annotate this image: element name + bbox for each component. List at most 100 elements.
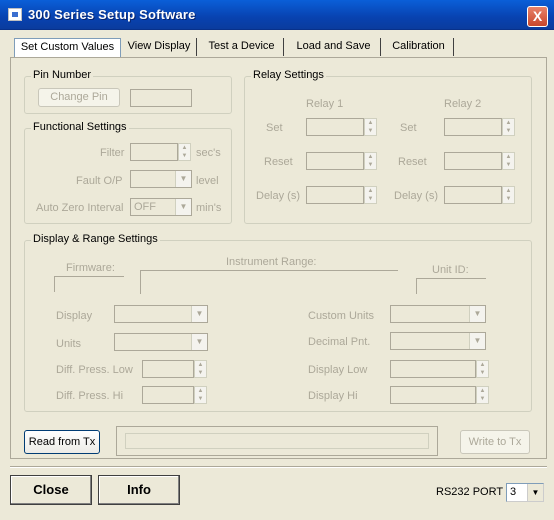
spin-down-icon[interactable]: ▼ bbox=[365, 195, 376, 203]
decimal-pnt-combo[interactable]: ▼ bbox=[390, 332, 486, 350]
spin-down-icon[interactable]: ▼ bbox=[503, 161, 514, 169]
fault-op-combo[interactable]: ▼ bbox=[130, 170, 192, 188]
spin-up-icon[interactable]: ▲ bbox=[365, 119, 376, 127]
status-panel bbox=[116, 426, 438, 456]
filter-spinner[interactable]: ▲ ▼ bbox=[178, 143, 191, 161]
spin-down-icon[interactable]: ▼ bbox=[179, 152, 190, 160]
filter-unit: sec's bbox=[196, 147, 221, 159]
spin-up-icon[interactable]: ▲ bbox=[477, 361, 488, 369]
display-hi-field[interactable] bbox=[390, 386, 476, 404]
title-bar: 300 Series Setup Software X bbox=[0, 0, 554, 30]
chevron-down-icon[interactable]: ▼ bbox=[191, 334, 207, 350]
display-range-legend: Display & Range Settings bbox=[31, 233, 160, 245]
relay1-set-spinner[interactable]: ▲ ▼ bbox=[364, 118, 377, 136]
relay1-reset-label: Reset bbox=[264, 156, 293, 168]
spin-down-icon[interactable]: ▼ bbox=[365, 161, 376, 169]
diff-press-low-field[interactable] bbox=[142, 360, 194, 378]
functional-settings-legend: Functional Settings bbox=[31, 121, 129, 133]
relay2-reset-spinner[interactable]: ▲ ▼ bbox=[502, 152, 515, 170]
firmware-value bbox=[54, 276, 124, 292]
app-icon bbox=[8, 8, 22, 21]
auto-zero-label: Auto Zero Interval bbox=[36, 202, 124, 214]
relay2-reset-label: Reset bbox=[398, 156, 427, 168]
display-hi-label: Display Hi bbox=[308, 390, 358, 402]
tab-set-custom-values[interactable]: Set Custom Values bbox=[14, 38, 121, 58]
diff-press-low-spinner[interactable]: ▲ ▼ bbox=[194, 360, 207, 378]
spin-down-icon[interactable]: ▼ bbox=[195, 369, 206, 377]
diff-press-hi-spinner[interactable]: ▲ ▼ bbox=[194, 386, 207, 404]
spin-up-icon[interactable]: ▲ bbox=[477, 387, 488, 395]
display-combo[interactable]: ▼ bbox=[114, 305, 208, 323]
spin-up-icon[interactable]: ▲ bbox=[503, 187, 514, 195]
relay2-delay-label: Delay (s) bbox=[394, 190, 439, 202]
display-low-label: Display Low bbox=[308, 364, 368, 376]
display-low-spinner[interactable]: ▲ ▼ bbox=[476, 360, 489, 378]
chevron-down-icon[interactable]: ▼ bbox=[469, 333, 485, 349]
chevron-down-icon[interactable]: ▼ bbox=[469, 306, 485, 322]
relay2-reset-field[interactable] bbox=[444, 152, 502, 170]
relay1-reset-spinner[interactable]: ▲ ▼ bbox=[364, 152, 377, 170]
relay2-delay-spinner[interactable]: ▲ ▼ bbox=[502, 186, 515, 204]
spin-down-icon[interactable]: ▼ bbox=[503, 195, 514, 203]
window-title: 300 Series Setup Software bbox=[28, 7, 196, 22]
relay1-set-field[interactable] bbox=[306, 118, 364, 136]
relay2-set-label: Set bbox=[400, 122, 417, 134]
spin-up-icon[interactable]: ▲ bbox=[195, 387, 206, 395]
separator bbox=[10, 466, 547, 468]
decimal-pnt-label: Decimal Pnt. bbox=[308, 336, 371, 348]
status-text bbox=[125, 433, 429, 449]
window-close-button[interactable]: X bbox=[527, 6, 548, 27]
relay1-delay-field[interactable] bbox=[306, 186, 364, 204]
spin-down-icon[interactable]: ▼ bbox=[477, 395, 488, 403]
auto-zero-combo[interactable]: OFF ▼ bbox=[130, 198, 192, 216]
relay2-set-field[interactable] bbox=[444, 118, 502, 136]
filter-field[interactable] bbox=[130, 143, 178, 161]
units-combo[interactable]: ▼ bbox=[114, 333, 208, 351]
write-to-tx-button[interactable]: Write to Tx bbox=[460, 430, 530, 454]
spin-down-icon[interactable]: ▼ bbox=[503, 127, 514, 135]
unit-id-label: Unit ID: bbox=[432, 264, 469, 276]
custom-units-combo[interactable]: ▼ bbox=[390, 305, 486, 323]
spin-down-icon[interactable]: ▼ bbox=[195, 395, 206, 403]
display-hi-spinner[interactable]: ▲ ▼ bbox=[476, 386, 489, 404]
spin-up-icon[interactable]: ▲ bbox=[195, 361, 206, 369]
diff-press-hi-label: Diff. Press. Hi bbox=[56, 390, 124, 402]
display-low-field[interactable] bbox=[390, 360, 476, 378]
spin-down-icon[interactable]: ▼ bbox=[365, 127, 376, 135]
tab-view-display[interactable]: View Display bbox=[122, 38, 197, 56]
units-label: Units bbox=[56, 338, 82, 350]
diff-press-hi-field[interactable] bbox=[142, 386, 194, 404]
relay2-delay-field[interactable] bbox=[444, 186, 502, 204]
relay1-delay-label: Delay (s) bbox=[256, 190, 301, 202]
spin-up-icon[interactable]: ▲ bbox=[365, 153, 376, 161]
spin-up-icon[interactable]: ▲ bbox=[179, 144, 190, 152]
close-button[interactable]: Close bbox=[10, 475, 92, 505]
tab-calibration[interactable]: Calibration bbox=[384, 38, 454, 56]
relay-settings-legend: Relay Settings bbox=[251, 69, 326, 81]
pin-field[interactable] bbox=[130, 89, 192, 107]
chevron-down-icon[interactable]: ▼ bbox=[175, 199, 191, 215]
chevron-down-icon[interactable]: ▼ bbox=[527, 484, 543, 501]
relay1-reset-field[interactable] bbox=[306, 152, 364, 170]
tab-load-and-save[interactable]: Load and Save bbox=[287, 38, 381, 56]
unit-id-value bbox=[416, 278, 486, 294]
instrument-range-label: Instrument Range: bbox=[226, 256, 317, 268]
relay-2-header: Relay 2 bbox=[444, 98, 482, 110]
tab-test-a-device[interactable]: Test a Device bbox=[200, 38, 284, 56]
rs232-port-combo[interactable]: 3 ▼ bbox=[506, 483, 544, 502]
info-button[interactable]: Info bbox=[98, 475, 180, 505]
spin-up-icon[interactable]: ▲ bbox=[503, 153, 514, 161]
spin-down-icon[interactable]: ▼ bbox=[477, 369, 488, 377]
change-pin-button[interactable]: Change Pin bbox=[38, 88, 120, 107]
relay2-set-spinner[interactable]: ▲ ▼ bbox=[502, 118, 515, 136]
spin-up-icon[interactable]: ▲ bbox=[503, 119, 514, 127]
fault-op-label: Fault O/P bbox=[76, 175, 123, 187]
relay1-delay-spinner[interactable]: ▲ ▼ bbox=[364, 186, 377, 204]
spin-up-icon[interactable]: ▲ bbox=[365, 187, 376, 195]
diff-press-low-label: Diff. Press. Low bbox=[56, 364, 133, 376]
relay1-set-label: Set bbox=[266, 122, 283, 134]
read-from-tx-button[interactable]: Read from Tx bbox=[24, 430, 100, 454]
chevron-down-icon[interactable]: ▼ bbox=[175, 171, 191, 187]
chevron-down-icon[interactable]: ▼ bbox=[191, 306, 207, 322]
rs232-port-value: 3 bbox=[510, 486, 517, 498]
